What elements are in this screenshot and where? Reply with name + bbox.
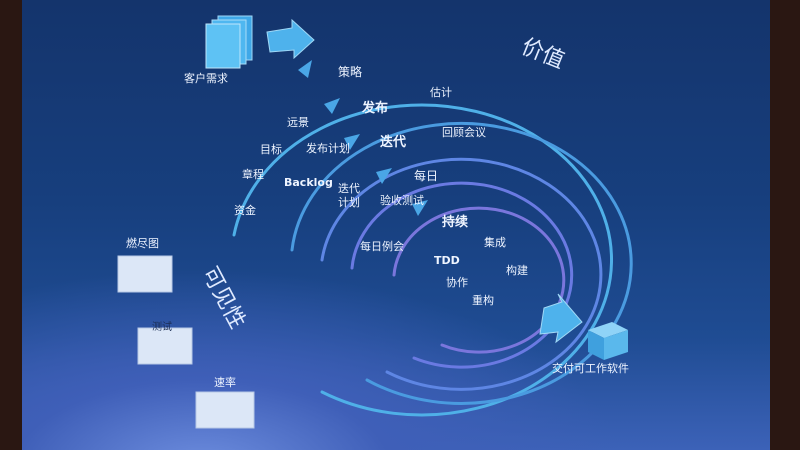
ring-iteration xyxy=(320,157,603,391)
retrospective-label: 回顾会议 xyxy=(442,126,486,139)
testing-box xyxy=(137,327,193,365)
refactor-label: 重构 xyxy=(472,293,494,307)
deliver-working-software-label: 交付可工作软件 xyxy=(552,361,629,375)
vision-label: 远景 xyxy=(287,116,309,129)
strategy-label: 策略 xyxy=(338,64,362,79)
continuous-label: 持续 xyxy=(442,214,468,230)
release-label: 发布 xyxy=(361,100,388,116)
velocity-label: 速率 xyxy=(214,375,236,389)
daily-standup-label: 每日例会 xyxy=(360,239,404,253)
funding-label: 资金 xyxy=(234,203,256,217)
velocity-box xyxy=(195,391,255,429)
requirements-document-icon xyxy=(205,15,253,69)
arrow-release xyxy=(324,98,340,114)
testing-label: 测试 xyxy=(152,320,172,333)
input-arrow-icon xyxy=(266,18,315,60)
release-plan-label: 发布计划 xyxy=(306,141,350,155)
visibility-label: 可见性 xyxy=(197,263,250,333)
tdd-label: TDD xyxy=(434,254,460,267)
daily-label: 每日 xyxy=(414,168,438,183)
collaboration-label: 协作 xyxy=(446,275,468,289)
acceptance-test-label: 验收测试 xyxy=(380,193,424,207)
burndown-label: 燃尽图 xyxy=(126,236,159,250)
iteration-plan-label: 迭代计划 xyxy=(338,182,360,209)
charter-label: 章程 xyxy=(242,167,264,181)
iteration-label: 迭代 xyxy=(380,134,406,150)
estimate-label: 估计 xyxy=(430,86,452,99)
backlog-label: Backlog xyxy=(284,176,333,189)
burndown-box xyxy=(117,255,173,293)
customer-requirements-label: 客户需求 xyxy=(184,71,228,85)
ring-continuous xyxy=(392,206,566,354)
slide-screen: 客户需求 价值 策略 远景 目标 章程 资金 发布 估计 发布计划 Backlo… xyxy=(22,0,770,450)
build-label: 构建 xyxy=(506,263,528,277)
arrow-outer xyxy=(298,60,312,78)
integration-label: 集成 xyxy=(484,235,506,249)
goals-label: 目标 xyxy=(260,142,282,156)
value-label: 价值 xyxy=(518,34,568,74)
agile-cycle-diagram: 客户需求 价值 策略 远景 目标 章程 资金 发布 估计 发布计划 Backlo… xyxy=(117,15,633,429)
